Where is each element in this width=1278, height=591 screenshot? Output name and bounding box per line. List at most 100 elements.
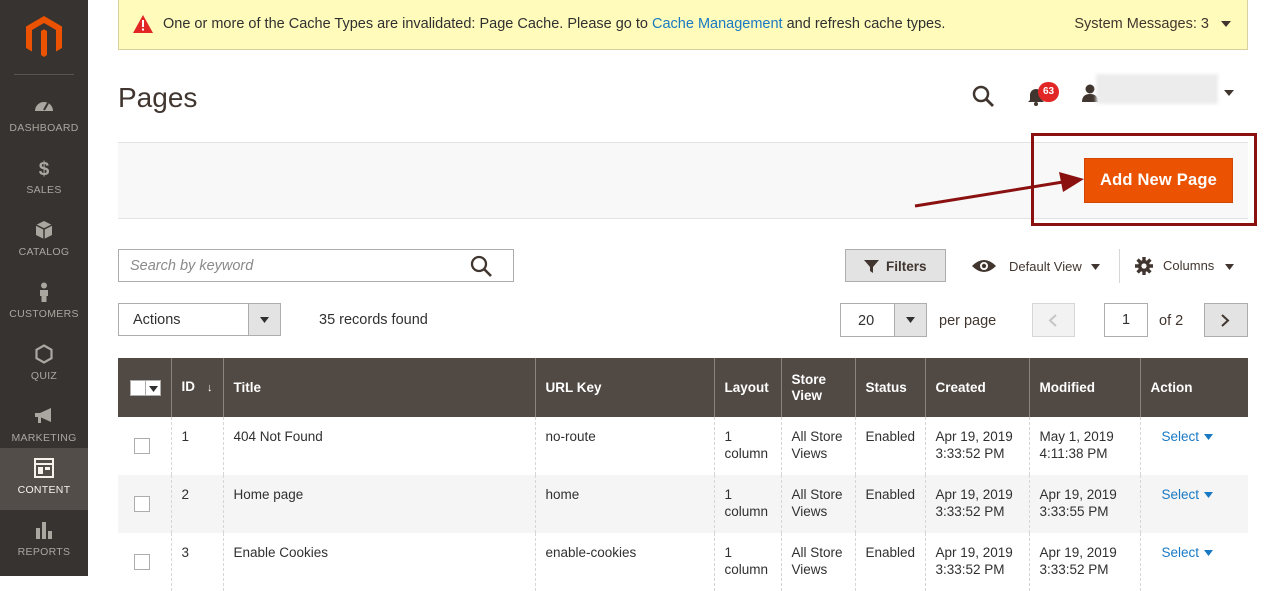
current-page-input[interactable]: [1104, 303, 1148, 337]
system-message-text: One or more of the Cache Types are inval…: [163, 16, 945, 32]
per-page-toggle[interactable]: [894, 304, 926, 336]
mass-actions-select[interactable]: Actions: [118, 303, 281, 336]
sidebar-item-quiz[interactable]: QUIZ: [0, 334, 88, 396]
eye-icon: [972, 260, 996, 272]
notifications-badge[interactable]: 63: [1038, 82, 1059, 102]
layout-icon: [34, 458, 54, 478]
cell-id: 1: [170, 417, 223, 475]
chevron-down-icon: [260, 317, 269, 323]
records-found: 35 records found: [319, 312, 428, 328]
per-page-value: 20: [858, 313, 875, 329]
per-page-label: per page: [939, 313, 997, 329]
row-checkbox-cell: [118, 417, 171, 475]
magento-logo-icon[interactable]: [22, 14, 66, 60]
cell-modified: Apr 19, 2019 3:33:55 PM: [1028, 475, 1140, 533]
per-page-select[interactable]: 20: [840, 303, 927, 337]
cell-store-view: All Store Views: [780, 417, 855, 475]
mass-actions-label: Actions: [133, 312, 181, 328]
column-header-status[interactable]: Status: [854, 358, 925, 417]
cell-layout: 1 column: [713, 533, 781, 591]
redacted-username[interactable]: [1096, 74, 1218, 104]
row-checkbox[interactable]: [134, 438, 150, 454]
row-action-label: Select: [1161, 487, 1200, 502]
cache-management-link[interactable]: Cache Management: [652, 16, 783, 32]
sidebar-item-sales[interactable]: $ SALES: [0, 148, 88, 210]
chevron-down-icon: [1204, 550, 1214, 557]
sidebar-item-label: REPORTS: [17, 546, 71, 558]
previous-page-button[interactable]: [1032, 303, 1075, 337]
column-header-modified[interactable]: Modified: [1028, 358, 1140, 417]
column-header-url-key[interactable]: URL Key: [534, 358, 714, 417]
sidebar-item-content[interactable]: CONTENT: [0, 448, 88, 510]
mass-actions-toggle[interactable]: [248, 304, 280, 335]
cell-modified: May 1, 2019 4:11:38 PM: [1028, 417, 1140, 475]
row-action-select[interactable]: Select: [1151, 545, 1214, 560]
column-header-action: Action: [1139, 358, 1248, 417]
row-action-select[interactable]: Select: [1151, 487, 1214, 502]
row-checkbox[interactable]: [134, 496, 150, 512]
row-checkbox[interactable]: [134, 554, 150, 570]
sidebar-item-label: CATALOG: [18, 246, 70, 258]
chevron-down-icon: [1225, 264, 1234, 270]
row-action-select[interactable]: Select: [1151, 429, 1214, 444]
chevron-down-icon: [1221, 21, 1231, 28]
sidebar-item-dashboard[interactable]: DASHBOARD: [0, 86, 88, 148]
column-header-label: ID: [181, 379, 196, 394]
cell-created: Apr 19, 2019 3:33:52 PM: [924, 417, 1029, 475]
chevron-down-icon: [1204, 492, 1214, 499]
cell-url-key: home: [534, 475, 714, 533]
search-icon[interactable]: [971, 84, 995, 108]
cell-title: Home page: [222, 475, 535, 533]
view-selector[interactable]: Default View: [971, 256, 1103, 278]
grid-header-row: ID ↓ Title URL Key Layout Store View Stat…: [118, 358, 1248, 417]
main-content: One or more of the Cache Types are inval…: [88, 0, 1278, 591]
column-header-store-view[interactable]: Store View: [780, 358, 855, 417]
cell-status: Enabled: [854, 417, 925, 475]
chevron-left-icon: [1048, 314, 1057, 327]
table-row[interactable]: 3 Enable Cookies enable-cookies 1 column…: [118, 533, 1248, 591]
column-header-title[interactable]: Title: [222, 358, 535, 417]
funnel-icon: [864, 260, 879, 273]
sidebar-item-label: SALES: [26, 184, 62, 196]
sidebar-item-label: QUIZ: [30, 370, 58, 382]
annotation-arrow: [914, 172, 1084, 208]
search-input[interactable]: [119, 250, 459, 281]
system-messages-bar: One or more of the Cache Types are inval…: [118, 0, 1248, 50]
table-row[interactable]: 1 404 Not Found no-route 1 column All St…: [118, 417, 1248, 475]
megaphone-icon: [35, 408, 51, 423]
chevron-down-icon[interactable]: [1224, 90, 1234, 96]
table-row[interactable]: 2 Home page home 1 column All Store View…: [118, 475, 1248, 533]
cell-created: Apr 19, 2019 3:33:52 PM: [924, 533, 1029, 591]
sidebar-item-reports[interactable]: REPORTS: [0, 510, 88, 572]
sidebar-item-customers[interactable]: CUSTOMERS: [0, 272, 88, 334]
chevron-down-icon: [1204, 434, 1214, 441]
cell-id: 2: [170, 475, 223, 533]
cell-url-key: enable-cookies: [534, 533, 714, 591]
cell-title: 404 Not Found: [222, 417, 535, 475]
toolbar-divider: [1119, 249, 1120, 283]
cell-store-view: All Store Views: [780, 475, 855, 533]
cell-id: 3: [170, 533, 223, 591]
pages-grid: ID ↓ Title URL Key Layout Store View Stat…: [118, 358, 1248, 591]
chevron-right-icon: [1221, 314, 1230, 327]
sidebar-item-label: CONTENT: [17, 484, 71, 496]
system-message-suffix: and refresh cache types.: [782, 16, 946, 32]
mass-select-checkbox[interactable]: [130, 379, 162, 396]
sidebar-item-label: DASHBOARD: [9, 122, 79, 134]
next-page-button[interactable]: [1204, 303, 1248, 337]
column-header-layout[interactable]: Layout: [713, 358, 781, 417]
keyword-search-box: [118, 249, 514, 282]
svg-text:$: $: [39, 159, 50, 178]
cell-created: Apr 19, 2019 3:33:52 PM: [924, 475, 1029, 533]
chevron-down-icon: [149, 385, 158, 392]
chevron-down-icon: [1091, 264, 1100, 270]
system-messages-toggle[interactable]: System Messages: 3: [1074, 16, 1231, 32]
column-header-created[interactable]: Created: [924, 358, 1029, 417]
chevron-down-icon: [906, 317, 915, 323]
columns-selector[interactable]: Columns: [1134, 256, 1234, 278]
sidebar-item-catalog[interactable]: CATALOG: [0, 210, 88, 272]
filters-label: Filters: [886, 259, 927, 274]
column-header-id[interactable]: ID ↓: [170, 358, 223, 417]
search-icon[interactable]: [469, 254, 493, 278]
filters-button[interactable]: Filters: [845, 249, 946, 282]
